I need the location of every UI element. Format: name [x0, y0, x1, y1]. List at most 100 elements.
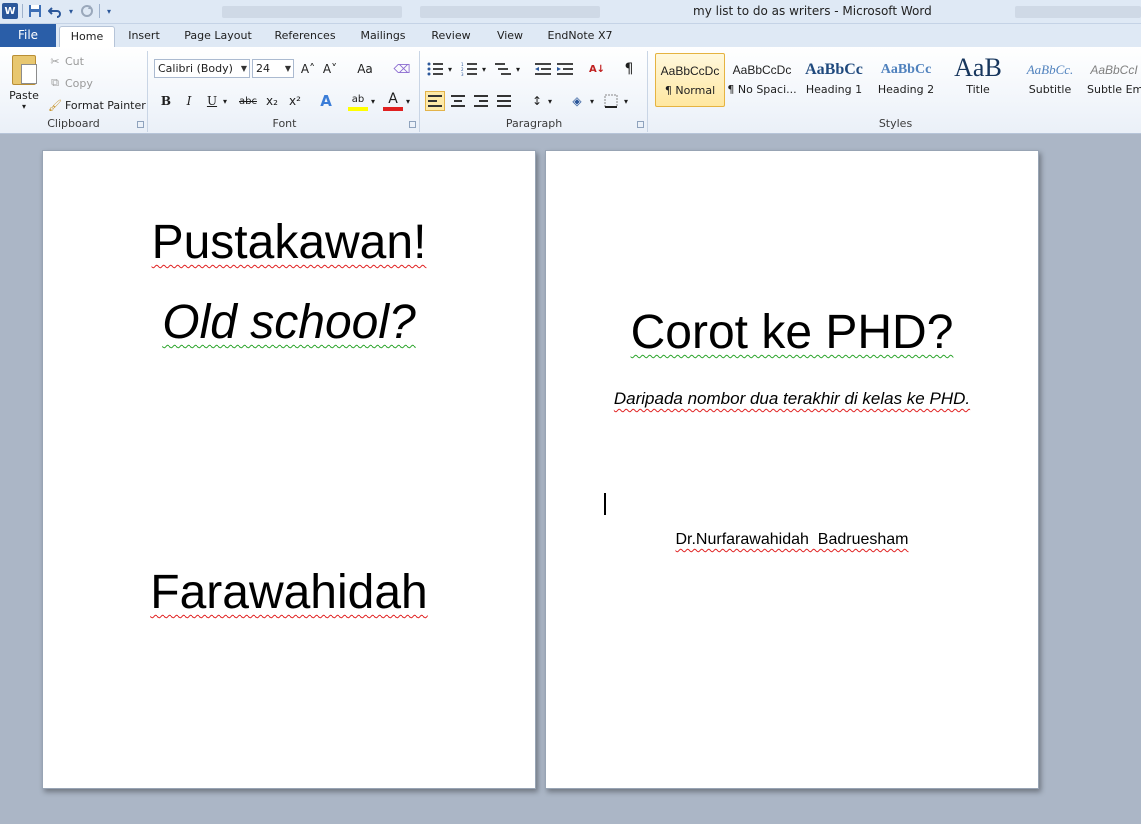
tab-view[interactable]: View [490, 26, 530, 47]
numbering-icon[interactable]: 123 [459, 59, 479, 79]
page2-subtitle-text: Daripada nombor dua terakhir di kelas ke… [613, 389, 971, 408]
page2-author: Dr.Nurfarawahidah Badruesham [546, 531, 1038, 549]
align-center-icon[interactable] [448, 91, 468, 111]
styles-group-label: Styles [878, 117, 913, 130]
style-name: Subtle Em... [1087, 83, 1141, 96]
title-bar: W ▾ ▾ my list to do as writers - Microso… [0, 0, 1141, 24]
change-case-button[interactable]: Aa [352, 59, 378, 79]
clipboard-launcher-icon[interactable] [137, 121, 144, 128]
chevron-down-icon: ▼ [284, 64, 291, 73]
undo-icon[interactable] [47, 3, 63, 19]
clear-formatting-button[interactable]: ⌫ [392, 59, 412, 79]
style-sample: AaBbCcI [1090, 63, 1138, 77]
font-color-dropdown-icon[interactable]: ▾ [403, 91, 413, 111]
shrink-font-button[interactable]: A˅ [320, 59, 340, 79]
tab-home[interactable]: Home [59, 26, 115, 47]
grow-font-button[interactable]: A˄ [298, 59, 318, 79]
quick-access-toolbar: W ▾ ▾ [2, 3, 114, 19]
page2-title-text: Corot ke PHD? [630, 306, 954, 359]
font-launcher-icon[interactable] [409, 121, 416, 128]
font-group: Calibri (Body) ▼ 24 ▼ A˄ A˅ Aa ⌫ B I U ▾… [150, 51, 420, 132]
style-name: Heading 1 [805, 83, 863, 96]
text-effects-button[interactable]: A [316, 91, 336, 111]
font-group-label: Font [272, 117, 297, 130]
align-left-icon[interactable] [425, 91, 445, 111]
tab-endnote[interactable]: EndNote X7 [544, 26, 616, 47]
undo-dropdown-icon[interactable]: ▾ [67, 3, 75, 19]
align-right-icon[interactable] [471, 91, 491, 111]
sort-icon[interactable]: A↓ [587, 59, 607, 79]
style-gallery: AaBbCcDc ¶ Normal AaBbCcDc ¶ No Spaci...… [652, 51, 1141, 109]
page-2[interactable]: Corot ke PHD? Daripada nombor dua terakh… [545, 150, 1039, 789]
page1-line1: Pustakawan! [43, 215, 535, 270]
underline-button[interactable]: U [202, 91, 222, 111]
style-normal[interactable]: AaBbCcDc ¶ Normal [655, 53, 725, 107]
style-subtitle[interactable]: AaBbCc. Subtitle [1015, 53, 1085, 107]
word-icon[interactable]: W [2, 3, 18, 19]
format-painter-label: Format Painter [65, 98, 146, 112]
page-1[interactable]: Pustakawan! Old school? Farawahidah [42, 150, 536, 789]
chevron-down-icon[interactable]: ▾ [587, 91, 597, 111]
tab-insert[interactable]: Insert [122, 26, 166, 47]
customize-qat-icon[interactable]: ▾ [104, 3, 114, 19]
page1-line1-text: Pustakawan! [151, 216, 427, 269]
text-cursor [604, 493, 606, 515]
tab-file[interactable]: File [0, 24, 56, 47]
chevron-down-icon[interactable]: ▾ [479, 59, 489, 79]
style-sample: AaBbCc [805, 61, 863, 78]
style-name: Heading 2 [877, 83, 935, 96]
decrease-indent-icon[interactable] [533, 59, 553, 79]
style-name: ¶ Normal [664, 84, 716, 97]
scissors-icon: ✂ [50, 54, 60, 68]
paste-button[interactable]: Paste ▾ [4, 53, 44, 117]
save-icon[interactable] [27, 3, 43, 19]
chevron-down-icon[interactable]: ▾ [513, 59, 523, 79]
bold-button[interactable]: B [156, 91, 176, 111]
tab-review[interactable]: Review [426, 26, 476, 47]
style-name: ¶ No Spaci... [727, 83, 797, 96]
underline-dropdown-icon[interactable]: ▾ [220, 91, 230, 111]
redo-icon[interactable] [79, 3, 95, 19]
highlight-dropdown-icon[interactable]: ▾ [368, 91, 378, 111]
page1-line2-text: Old school? [162, 296, 416, 349]
ribbon: Paste ▾ ✂ Cut ⧉ Copy 🖌 Format Painter Cl… [0, 47, 1141, 134]
font-color-button[interactable]: A [383, 91, 403, 111]
style-heading-1[interactable]: AaBbCc Heading 1 [799, 53, 869, 107]
justify-icon[interactable] [494, 91, 514, 111]
style-heading-2[interactable]: AaBbCc Heading 2 [871, 53, 941, 107]
paste-dropdown-icon[interactable]: ▾ [4, 102, 44, 111]
cut-button[interactable]: ✂ Cut [48, 54, 84, 68]
font-size-combo[interactable]: 24 ▼ [252, 59, 294, 78]
style-subtle-emphasis[interactable]: AaBbCcI Subtle Em... [1087, 53, 1141, 107]
highlight-button[interactable]: ab [348, 91, 368, 111]
page2-author-text: Dr.Nurfarawahidah Badruesham [675, 531, 909, 548]
format-painter-button[interactable]: 🖌 Format Painter [48, 98, 146, 112]
multilevel-list-icon[interactable] [493, 59, 513, 79]
tab-references[interactable]: References [270, 26, 340, 47]
style-sample: AaBbCc [880, 62, 932, 77]
ribbon-tabs: File Home Insert Page Layout References … [0, 24, 1141, 47]
copy-button[interactable]: ⧉ Copy [48, 76, 93, 90]
tab-page-layout[interactable]: Page Layout [180, 26, 256, 47]
style-no-spacing[interactable]: AaBbCcDc ¶ No Spaci... [727, 53, 797, 107]
shading-icon[interactable]: ◈ [567, 91, 587, 111]
line-spacing-icon[interactable]: ↕ [527, 91, 547, 111]
tab-mailings[interactable]: Mailings [354, 26, 412, 47]
paragraph-launcher-icon[interactable] [637, 121, 644, 128]
font-name-combo[interactable]: Calibri (Body) ▼ [154, 59, 250, 78]
svg-text:3: 3 [461, 72, 464, 76]
chevron-down-icon[interactable]: ▾ [545, 91, 555, 111]
subscript-button[interactable]: x₂ [262, 91, 282, 111]
chevron-down-icon[interactable]: ▾ [445, 59, 455, 79]
increase-indent-icon[interactable] [555, 59, 575, 79]
italic-button[interactable]: I [179, 91, 199, 111]
style-sample: AaBbCcDc [660, 64, 720, 78]
chevron-down-icon[interactable]: ▾ [621, 91, 631, 111]
qat-separator [99, 4, 100, 18]
show-formatting-button[interactable]: ¶ [619, 59, 639, 79]
style-title[interactable]: AaB Title [943, 53, 1013, 107]
borders-icon[interactable] [601, 91, 621, 111]
strikethrough-button[interactable]: abc [236, 91, 260, 111]
bullets-icon[interactable] [425, 59, 445, 79]
superscript-button[interactable]: x² [285, 91, 305, 111]
